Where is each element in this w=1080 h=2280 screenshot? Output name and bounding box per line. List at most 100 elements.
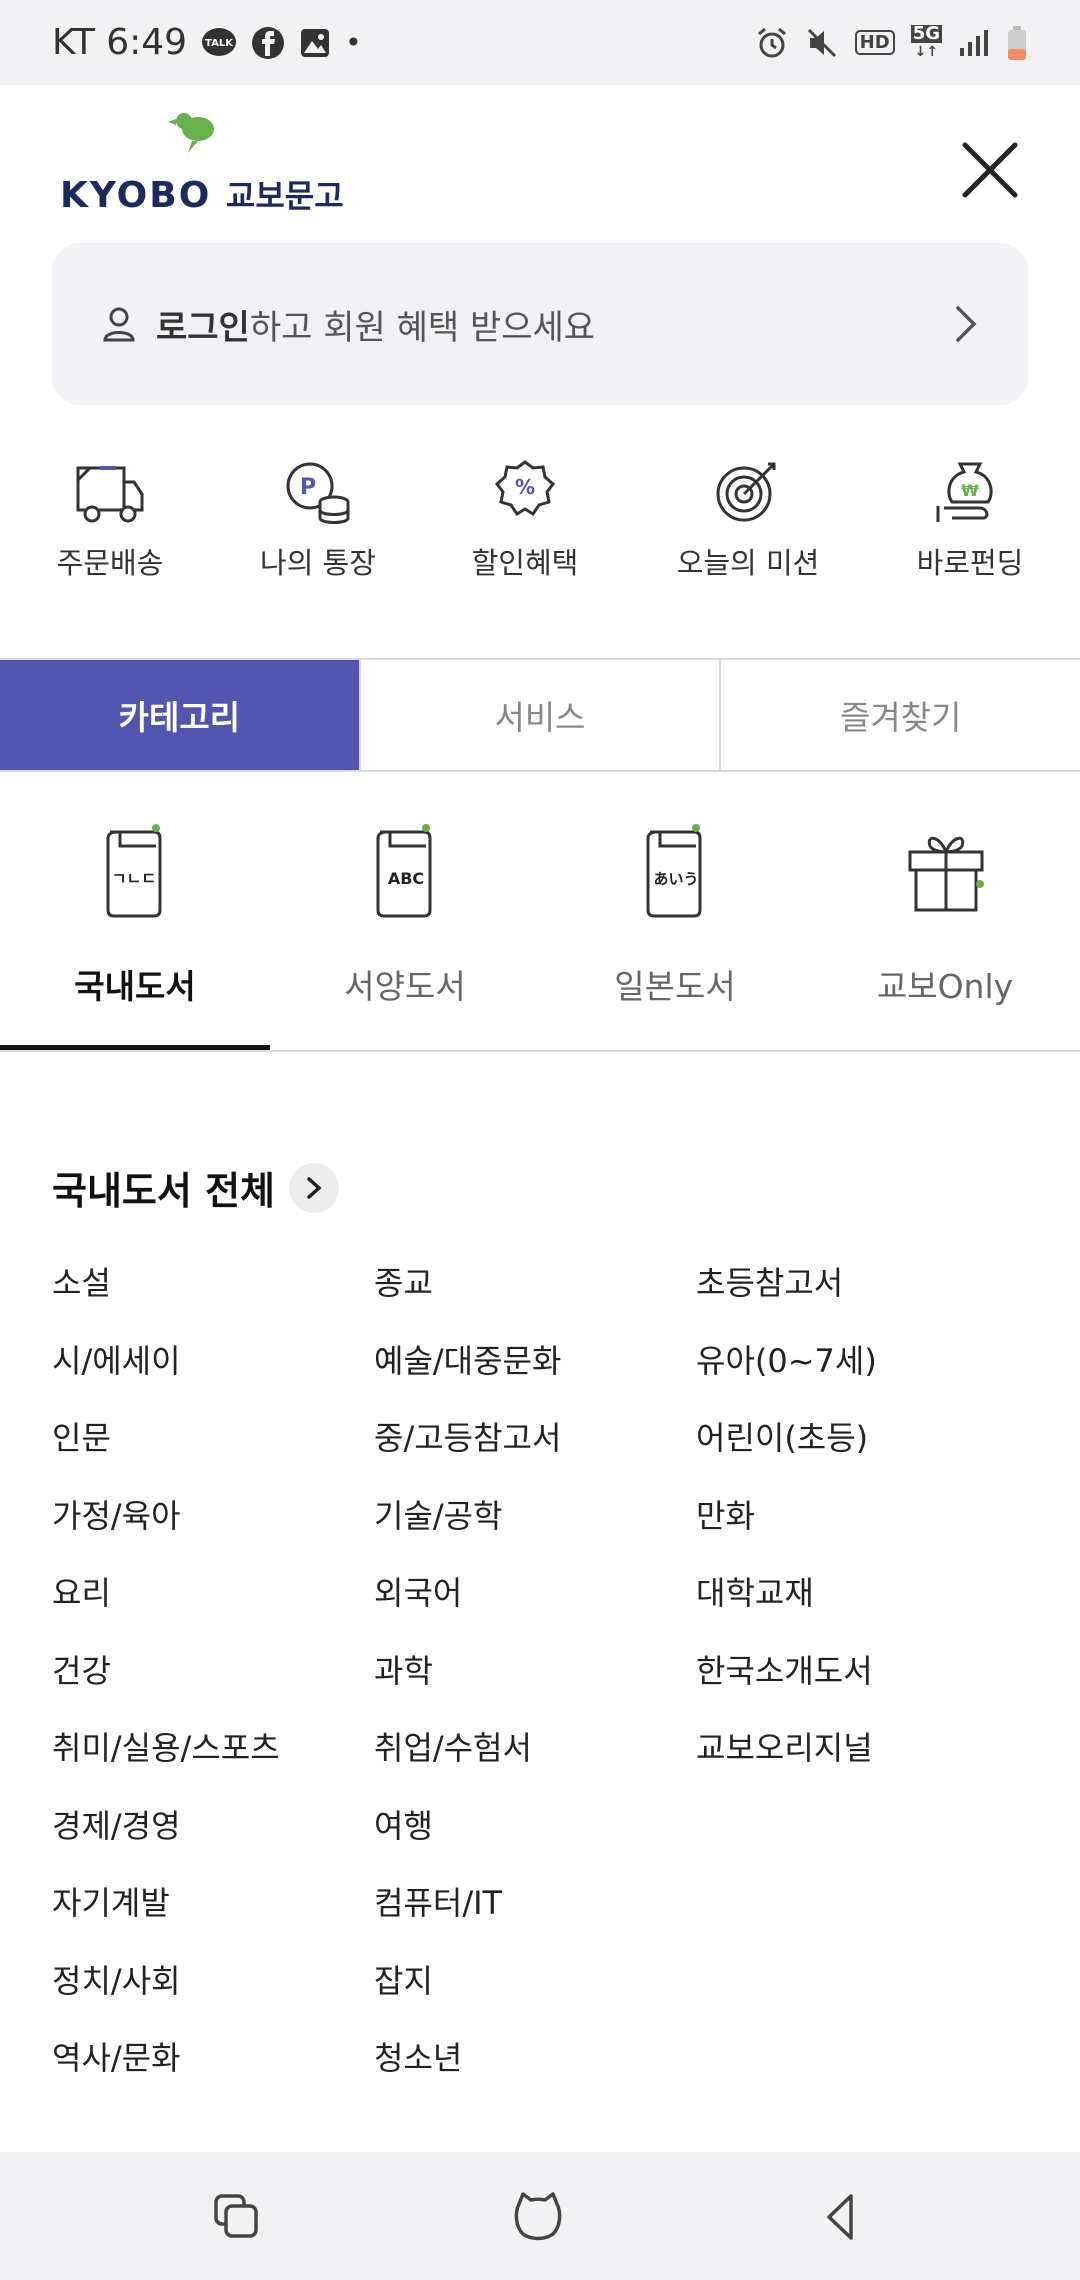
- section-title: 국내도서 전체: [52, 1169, 275, 1213]
- quick-item-funding[interactable]: ₩ 바로펀딩: [870, 458, 1070, 582]
- subcat-japanese-books[interactable]: あいう 일본도서: [540, 822, 810, 1008]
- alarm-icon: [755, 26, 789, 60]
- svg-text:%: %: [515, 475, 535, 499]
- category-link[interactable]: 가정/육아: [52, 1491, 280, 1569]
- category-link[interactable]: 소설: [52, 1258, 280, 1336]
- svg-text:あいう: あいう: [653, 870, 698, 888]
- back-button[interactable]: [805, 2182, 875, 2252]
- category-link[interactable]: 외국어: [374, 1568, 561, 1646]
- category-link[interactable]: 교보오리지널: [696, 1723, 877, 1801]
- home-button[interactable]: [503, 2182, 573, 2252]
- tab-service[interactable]: 서비스: [361, 660, 722, 770]
- quick-item-discount[interactable]: % 할인혜택: [425, 458, 625, 582]
- quick-item-label: 오늘의 미션: [676, 546, 820, 580]
- system-navigation-bar: [0, 2152, 1080, 2280]
- subcat-western-books[interactable]: ABC 서양도서: [270, 822, 540, 1008]
- subcat-label: 교보Only: [876, 967, 1014, 1006]
- battery-icon: [1006, 25, 1028, 61]
- points-coins-icon: P: [286, 462, 350, 524]
- category-link[interactable]: 어린이(초등): [696, 1413, 877, 1491]
- quick-item-today-mission[interactable]: 오늘의 미션: [648, 458, 848, 582]
- category-link[interactable]: 대학교재: [696, 1568, 877, 1646]
- chevron-right-icon: [307, 1176, 322, 1199]
- section-arrow-button[interactable]: [289, 1162, 339, 1213]
- category-link[interactable]: 역사/문화: [52, 2033, 280, 2111]
- category-link[interactable]: 여행: [374, 1801, 561, 1879]
- category-link[interactable]: 청소년: [374, 2033, 561, 2111]
- category-link[interactable]: 기술/공학: [374, 1491, 561, 1569]
- category-link[interactable]: 요리: [52, 1568, 280, 1646]
- quick-item-label: 나의 통장: [260, 546, 376, 580]
- mute-icon: [805, 26, 839, 60]
- tab-favorites[interactable]: 즐겨찾기: [721, 660, 1080, 770]
- user-icon: [103, 307, 135, 342]
- subcat-kyobo-only[interactable]: 교보Only: [810, 822, 1080, 1008]
- category-link[interactable]: 만화: [696, 1491, 877, 1569]
- active-subcat-indicator: [0, 1045, 270, 1050]
- recent-apps-button[interactable]: [202, 2182, 272, 2252]
- subcat-label: 일본도서: [614, 967, 736, 1006]
- category-column-1: 소설 시/에세이 인문 가정/육아 요리 건강 취미/실용/스포츠 경제/경영 …: [52, 1258, 280, 2111]
- subcat-domestic-books[interactable]: ㄱㄴㄷ 국내도서: [0, 822, 270, 1008]
- category-link[interactable]: 한국소개도서: [696, 1646, 877, 1724]
- signal-icon: [958, 28, 990, 58]
- target-icon: [716, 462, 776, 522]
- category-link[interactable]: 건강: [52, 1646, 280, 1724]
- category-link[interactable]: 인문: [52, 1413, 280, 1491]
- category-link[interactable]: 경제/경영: [52, 1801, 280, 1879]
- category-link[interactable]: 유아(0~7세): [696, 1336, 877, 1414]
- svg-text:ㄱㄴㄷ: ㄱㄴㄷ: [112, 869, 156, 888]
- category-column-3: 초등참고서 유아(0~7세) 어린이(초등) 만화 대학교재 한국소개도서 교보…: [696, 1258, 877, 1801]
- recent-apps-icon: [214, 2194, 258, 2238]
- login-banner[interactable]: 로그인하고 회원 혜택 받으세요: [52, 243, 1028, 405]
- bird-logo-icon: [168, 113, 214, 153]
- book-type-tabs: ㄱㄴㄷ 국내도서 ABC 서양도서 あいう 일본도서 교보Only: [0, 772, 1080, 1052]
- category-link[interactable]: 중/고등참고서: [374, 1413, 561, 1491]
- status-time: KT 6:49: [52, 22, 188, 63]
- discount-badge-icon: %: [494, 460, 556, 517]
- login-link[interactable]: 로그인: [156, 308, 250, 348]
- svg-text:TALK: TALK: [205, 38, 234, 49]
- category-link[interactable]: 컴퓨터/IT: [374, 1878, 561, 1956]
- category-link[interactable]: 자기계발: [52, 1878, 280, 1956]
- category-link[interactable]: 정치/사회: [52, 1956, 280, 2034]
- home-icon: [514, 2192, 562, 2241]
- kyobo-logo[interactable]: KYOBO 교보문고: [60, 109, 344, 216]
- close-button[interactable]: [955, 135, 1025, 205]
- close-icon: [962, 142, 1018, 198]
- category-link[interactable]: 예술/대중문화: [374, 1336, 561, 1414]
- back-icon: [827, 2194, 853, 2240]
- section-header[interactable]: 국내도서 전체: [52, 1160, 339, 1215]
- gallery-icon: [299, 27, 331, 59]
- facebook-icon: [251, 26, 285, 60]
- category-link[interactable]: 잡지: [374, 1956, 561, 2034]
- header: KYOBO 교보문고: [0, 85, 1080, 235]
- status-bar: KT 6:49 TALK • HD 5G ↓↑: [0, 0, 1080, 85]
- login-message: 하고 회원 혜택 받으세요: [249, 307, 596, 348]
- quick-item-order-delivery[interactable]: 주문배송: [10, 458, 210, 582]
- funding-money-icon: ₩: [936, 462, 993, 522]
- 5g-icon: 5G ↓↑: [910, 22, 942, 60]
- korean-book-icon: ㄱㄴㄷ: [106, 824, 162, 918]
- notification-dot: •: [345, 26, 362, 59]
- chevron-right-icon: [956, 306, 977, 342]
- kakaotalk-icon: TALK: [201, 25, 237, 61]
- tab-category[interactable]: 카테고리: [0, 660, 361, 770]
- subcat-label: 서양도서: [344, 967, 466, 1006]
- quick-menu: 주문배송 P 나의 통장 % 할인혜택 오늘의 미션 ₩ 바로펀딩: [0, 458, 1080, 588]
- western-book-icon: ABC: [376, 824, 432, 918]
- category-link[interactable]: 과학: [374, 1646, 561, 1724]
- svg-text:₩: ₩: [961, 481, 979, 500]
- hd-icon: HD: [854, 30, 895, 55]
- category-link[interactable]: 취미/실용/스포츠: [52, 1723, 280, 1801]
- category-link[interactable]: 취업/수험서: [374, 1723, 561, 1801]
- menu-tabs: 카테고리 서비스 즐겨찾기: [0, 658, 1080, 772]
- category-link[interactable]: 초등참고서: [696, 1258, 877, 1336]
- quick-item-my-account[interactable]: P 나의 통장: [218, 458, 418, 582]
- quick-item-label: 바로펀딩: [916, 546, 1024, 580]
- logo-english: KYOBO: [60, 175, 212, 216]
- subcat-label: 국내도서: [74, 967, 196, 1006]
- category-link[interactable]: 종교: [374, 1258, 561, 1336]
- category-link[interactable]: 시/에세이: [52, 1336, 280, 1414]
- japanese-book-icon: あいう: [646, 824, 702, 918]
